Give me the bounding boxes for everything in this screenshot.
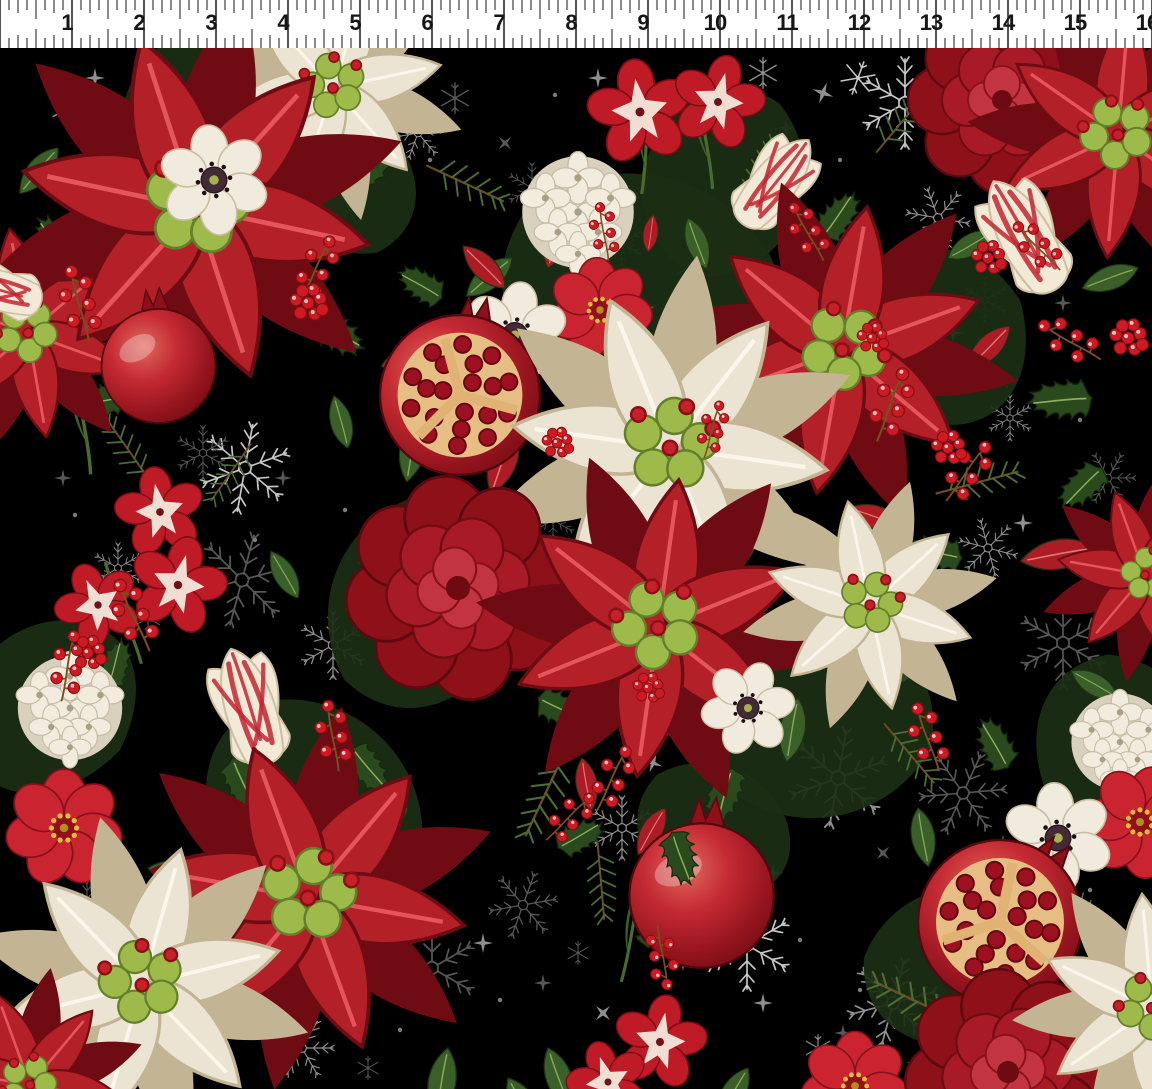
snow-dot bbox=[838, 158, 842, 162]
ruler-inch-number: 13 bbox=[920, 10, 942, 36]
fabric-print-christmas-floral bbox=[0, 48, 1152, 1089]
ruler-inch-number: 16 bbox=[1136, 10, 1152, 36]
snow-dot bbox=[398, 1028, 402, 1032]
ruler-inch-number: 14 bbox=[992, 10, 1014, 36]
ruler-inch-number: 9 bbox=[637, 10, 648, 36]
ruler-inch-number: 3 bbox=[205, 10, 216, 36]
ruler-inch-number: 2 bbox=[133, 10, 144, 36]
ruler-inch-number: 8 bbox=[565, 10, 576, 36]
snow-dot bbox=[343, 508, 347, 512]
snow-dot bbox=[553, 93, 557, 97]
snow-dot bbox=[858, 988, 862, 992]
snow-dot bbox=[253, 538, 257, 542]
measuring-ruler: 12345678910111213141516 bbox=[0, 0, 1152, 48]
ruler-inch-number: 5 bbox=[349, 10, 360, 36]
fabric-swatch-photo: 12345678910111213141516 bbox=[0, 0, 1152, 1089]
snow-dot bbox=[73, 513, 77, 517]
ruler-inch-number: 11 bbox=[776, 10, 797, 36]
snow-dot bbox=[498, 998, 502, 1002]
snow-dot bbox=[1088, 888, 1092, 892]
ruler-inch-number: 1 bbox=[61, 10, 72, 36]
snow-dot bbox=[428, 158, 432, 162]
ruler-inch-number: 12 bbox=[848, 10, 870, 36]
ruler-inch-number: 7 bbox=[493, 10, 504, 36]
ruler-inch-number: 15 bbox=[1064, 10, 1086, 36]
snow-dot bbox=[798, 938, 802, 942]
ruler-inch-number: 6 bbox=[421, 10, 432, 36]
ruler-inch-number: 10 bbox=[704, 10, 726, 36]
snow-dot bbox=[1078, 418, 1082, 422]
ruler-inch-number: 4 bbox=[277, 10, 288, 36]
